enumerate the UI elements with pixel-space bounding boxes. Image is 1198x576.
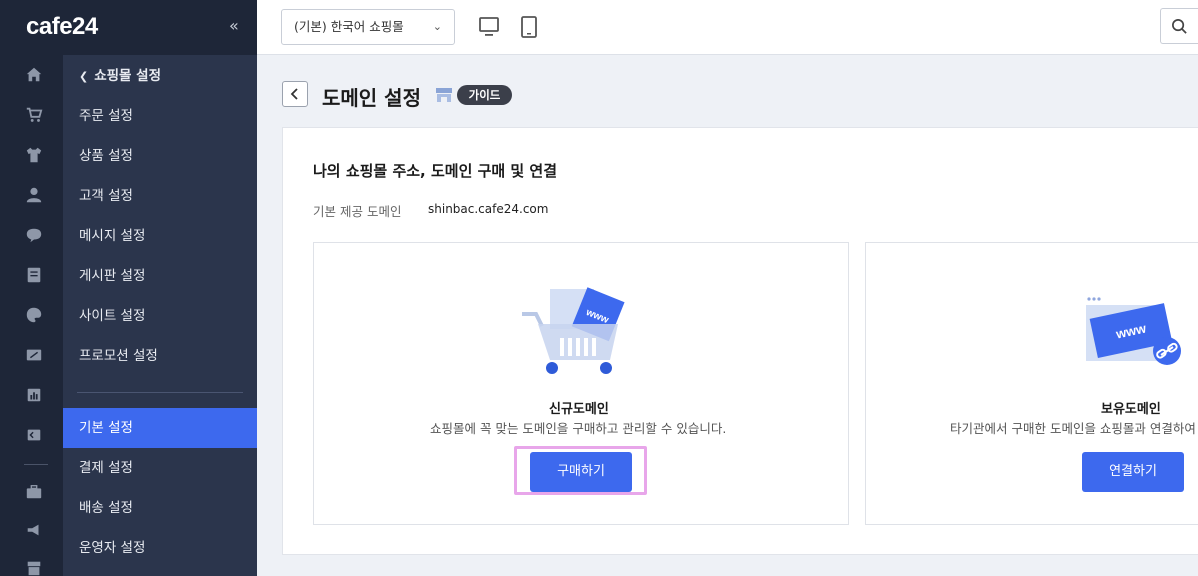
page-title: 도메인 설정 [322,86,421,110]
sidebar-back-shop-settings[interactable]: ❮ 쇼핑몰 설정 [63,56,257,96]
sidebar-item-board[interactable]: 게시판 설정 [63,256,257,296]
sidebar-menu: ❮ 쇼핑몰 설정 주문 설정 상품 설정 고객 설정 메시지 설정 게시판 설정 … [63,0,257,576]
connect-domain-button[interactable]: 연결하기 [1082,452,1184,492]
guide-button[interactable]: 가이드 [457,85,512,105]
store-icon[interactable] [24,558,44,576]
section-title: 나의 쇼핑몰 주소, 도메인 구매 및 연결 [313,162,558,180]
sidebar-item-promotion[interactable]: 프로모션 설정 [63,336,257,376]
top-bar: (기본) 한국어 쇼핑몰 ⌄ [257,0,1198,55]
sidebar-item-message[interactable]: 메시지 설정 [63,216,257,256]
logo-bar: cafe24 « [0,0,257,55]
buy-domain-button[interactable]: 구매하기 [530,452,632,492]
sidebar-item-order[interactable]: 주문 설정 [63,96,257,136]
icon-rail [0,0,63,576]
search-icon [1172,19,1187,34]
new-domain-description: 쇼핑몰에 꼭 맞는 도메인을 구매하고 관리할 수 있습니다. [430,421,727,436]
sidebar-item-payment[interactable]: 결제 설정 [63,448,257,488]
desktop-icon [479,17,499,36]
mobile-icon [521,16,537,38]
mobile-view-button[interactable] [518,15,540,39]
stats-icon[interactable] [24,385,44,405]
collapse-sidebar-button[interactable]: « [229,16,239,35]
sidebar-item-customer[interactable]: 고객 설정 [63,176,257,216]
sidebar-item-basic[interactable]: 기본 설정 [63,408,257,448]
app-icon[interactable] [24,425,44,445]
shop-select[interactable]: (기본) 한국어 쇼핑몰 ⌄ [281,9,455,45]
chevron-left-icon: ❮ [79,70,89,83]
cart-domain-illustration: www [522,287,625,374]
briefcase-icon[interactable] [24,482,44,502]
home-icon[interactable] [24,65,44,85]
default-domain-value: shinbac.cafe24.com [428,202,549,216]
new-domain-title: 신규도메인 [549,402,609,417]
chevron-down-icon: ⌄ [432,20,442,33]
cart-icon[interactable] [24,105,44,125]
search-button[interactable] [1160,8,1198,44]
sidebar-item-product[interactable]: 상품 설정 [63,136,257,176]
user-icon[interactable] [24,185,44,205]
desktop-view-button[interactable] [478,15,500,39]
board-icon[interactable] [24,265,44,285]
sidebar-item-site[interactable]: 사이트 설정 [63,296,257,336]
megaphone-icon[interactable] [24,520,44,540]
logo[interactable]: cafe24 [26,13,98,41]
percent-icon[interactable] [24,345,44,365]
chat-icon[interactable] [24,225,44,245]
back-button[interactable] [282,81,308,107]
chevron-left-icon [290,88,298,100]
link-domain-illustration: www [1086,297,1181,365]
default-domain-label: 기본 제공 도메인 [313,204,402,219]
own-domain-title: 보유도메인 [1101,402,1161,417]
store-icon [436,88,452,102]
sidebar-item-shipping[interactable]: 배송 설정 [63,488,257,528]
own-domain-description: 타기관에서 구매한 도메인을 쇼핑몰과 연결하여 [950,421,1196,436]
palette-icon[interactable] [24,305,44,325]
sidebar-item-operator[interactable]: 운영자 설정 [63,528,257,568]
shirt-icon[interactable] [24,145,44,165]
